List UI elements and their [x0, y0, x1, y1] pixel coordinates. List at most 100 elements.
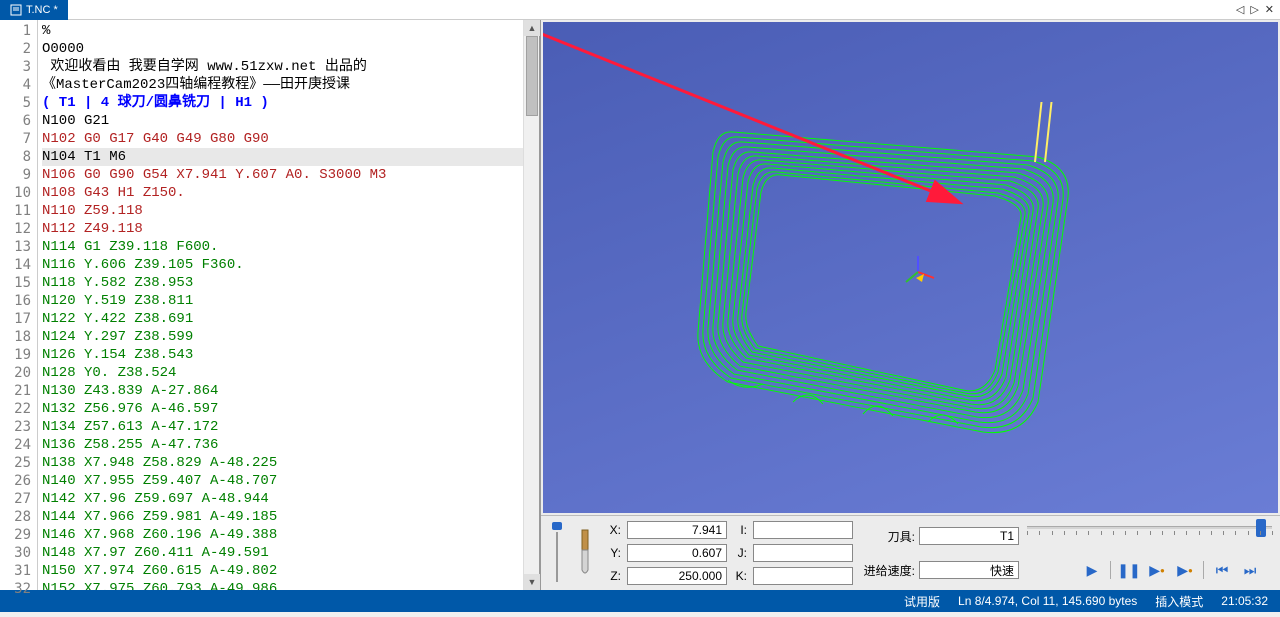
- code-line[interactable]: N140 X7.955 Z59.407 A-48.707: [42, 472, 539, 490]
- line-number: 9: [0, 166, 31, 184]
- i-label: I:: [731, 523, 749, 537]
- line-number: 12: [0, 220, 31, 238]
- line-number: 22: [0, 400, 31, 418]
- code-line[interactable]: N124 Y.297 Z38.599: [42, 328, 539, 346]
- play-button[interactable]: ▶: [1082, 560, 1102, 580]
- code-line[interactable]: N108 G43 H1 Z150.: [42, 184, 539, 202]
- line-number: 30: [0, 544, 31, 562]
- line-number: 3: [0, 58, 31, 76]
- code-line[interactable]: N130 Z43.839 A-27.864: [42, 382, 539, 400]
- code-line[interactable]: N120 Y.519 Z38.811: [42, 292, 539, 310]
- tab-next-icon[interactable]: ▷: [1248, 3, 1260, 16]
- code-line[interactable]: N134 Z57.613 A-47.172: [42, 418, 539, 436]
- z-field[interactable]: [627, 567, 727, 585]
- code-line[interactable]: N132 Z56.976 A-46.597: [42, 400, 539, 418]
- code-line[interactable]: N100 G21: [42, 112, 539, 130]
- k-label: K:: [731, 569, 749, 583]
- code-line[interactable]: N104 T1 M6: [42, 148, 539, 166]
- tab-title: T.NC *: [26, 4, 58, 16]
- status-position: Ln 8/4.974, Col 11, 145.690 bytes: [958, 594, 1137, 608]
- code-line[interactable]: N148 X7.97 Z60.411 A-49.591: [42, 544, 539, 562]
- skip-fwd-button[interactable]: ⏭: [1240, 560, 1260, 580]
- info-readout: 刀具: 进给速度:: [861, 520, 1019, 586]
- code-line[interactable]: N152 X7.975 Z60.793 A-49.986: [42, 580, 539, 590]
- skip-back-button[interactable]: ⏮: [1212, 560, 1232, 580]
- code-line[interactable]: N142 X7.96 Z59.697 A-48.944: [42, 490, 539, 508]
- code-line[interactable]: N126 Y.154 Z38.543: [42, 346, 539, 364]
- j-field[interactable]: [753, 544, 853, 562]
- code-line[interactable]: 欢迎收看由 我要自学网 www.51zxw.net 出品的: [42, 58, 539, 76]
- code-line[interactable]: N128 Y0. Z38.524: [42, 364, 539, 382]
- progress-slider[interactable]: ▶ ❚❚ ▶● ▶● ⏮ ⏭: [1027, 520, 1272, 586]
- code-line[interactable]: N106 G0 G90 G54 X7.941 Y.607 A0. S3000 M…: [42, 166, 539, 184]
- line-number: 20: [0, 364, 31, 382]
- file-tab[interactable]: T.NC *: [0, 0, 68, 20]
- file-icon: [10, 4, 22, 16]
- code-line[interactable]: N110 Z59.118: [42, 202, 539, 220]
- status-trial: 试用版: [904, 593, 940, 610]
- pause-button[interactable]: ❚❚: [1119, 560, 1139, 580]
- tab-bar: T.NC * ◁ ▷ ✕: [0, 0, 1280, 20]
- simulation-controls: X: I: Y: J: Z: K: 刀具: 进给速度:: [541, 515, 1280, 590]
- line-number: 21: [0, 382, 31, 400]
- code-line[interactable]: N144 X7.966 Z59.981 A-49.185: [42, 508, 539, 526]
- tab-nav: ◁ ▷ ✕: [1234, 3, 1276, 16]
- code-line[interactable]: %: [42, 22, 539, 40]
- j-label: J:: [731, 546, 749, 560]
- code-line[interactable]: N114 G1 Z39.118 F600.: [42, 238, 539, 256]
- line-number: 6: [0, 112, 31, 130]
- line-number: 17: [0, 310, 31, 328]
- step-back-button[interactable]: ▶●: [1147, 560, 1167, 580]
- line-number: 11: [0, 202, 31, 220]
- vertical-scrollbar[interactable]: ▲ ▼: [523, 20, 539, 590]
- line-number: 28: [0, 508, 31, 526]
- main-area: 1234567891011121314151617181920212223242…: [0, 20, 1280, 590]
- code-line[interactable]: N150 X7.974 Z60.615 A-49.802: [42, 562, 539, 580]
- x-field[interactable]: [627, 521, 727, 539]
- scroll-up-icon[interactable]: ▲: [524, 20, 540, 36]
- line-number: 23: [0, 418, 31, 436]
- line-number: 18: [0, 328, 31, 346]
- z-label: Z:: [605, 569, 623, 583]
- code-line[interactable]: N112 Z49.118: [42, 220, 539, 238]
- playback-controls: ▶ ❚❚ ▶● ▶● ⏮ ⏭: [1082, 560, 1260, 580]
- code-editor[interactable]: 1234567891011121314151617181920212223242…: [0, 20, 540, 590]
- code-line[interactable]: N118 Y.582 Z38.953: [42, 274, 539, 292]
- x-label: X:: [605, 523, 623, 537]
- coordinate-readout: X: I: Y: J: Z: K:: [605, 520, 853, 586]
- tab-close-icon[interactable]: ✕: [1263, 3, 1276, 16]
- status-insert-mode: 插入模式: [1155, 593, 1203, 610]
- y-label: Y:: [605, 546, 623, 560]
- code-line[interactable]: N102 G0 G17 G40 G49 G80 G90: [42, 130, 539, 148]
- line-number: 2: [0, 40, 31, 58]
- line-number: 5: [0, 94, 31, 112]
- code-line[interactable]: N122 Y.422 Z38.691: [42, 310, 539, 328]
- code-line[interactable]: N116 Y.606 Z39.105 F360.: [42, 256, 539, 274]
- k-field[interactable]: [753, 567, 853, 585]
- code-line[interactable]: ( T1 | 4 球刀/圆鼻铣刀 | H1 ): [42, 94, 539, 112]
- scroll-down-icon[interactable]: ▼: [524, 574, 540, 590]
- code-line[interactable]: N136 Z58.255 A-47.736: [42, 436, 539, 454]
- line-number: 7: [0, 130, 31, 148]
- step-fwd-button[interactable]: ▶●: [1175, 560, 1195, 580]
- code-content[interactable]: %O0000 欢迎收看由 我要自学网 www.51zxw.net 出品的《Mas…: [38, 20, 539, 590]
- i-field[interactable]: [753, 521, 853, 539]
- line-number: 1: [0, 22, 31, 40]
- tab-prev-icon[interactable]: ◁: [1234, 3, 1246, 16]
- code-line[interactable]: N146 X7.968 Z60.196 A-49.388: [42, 526, 539, 544]
- line-number: 14: [0, 256, 31, 274]
- 3d-viewport[interactable]: [543, 22, 1278, 513]
- line-number: 4: [0, 76, 31, 94]
- code-line[interactable]: 《MasterCam2023四轴编程教程》——田开庚授课: [42, 76, 539, 94]
- code-line[interactable]: N138 X7.948 Z58.829 A-48.225: [42, 454, 539, 472]
- line-number: 32: [0, 580, 31, 598]
- code-line[interactable]: O0000: [42, 40, 539, 58]
- feed-field[interactable]: [919, 561, 1019, 579]
- tool-field[interactable]: [919, 527, 1019, 545]
- line-number: 8: [0, 148, 31, 166]
- speed-slider-vertical[interactable]: [549, 520, 565, 586]
- tool-label: 刀具:: [861, 528, 915, 545]
- scroll-thumb[interactable]: [526, 36, 538, 116]
- y-field[interactable]: [627, 544, 727, 562]
- right-panel: X: I: Y: J: Z: K: 刀具: 进给速度:: [540, 20, 1280, 590]
